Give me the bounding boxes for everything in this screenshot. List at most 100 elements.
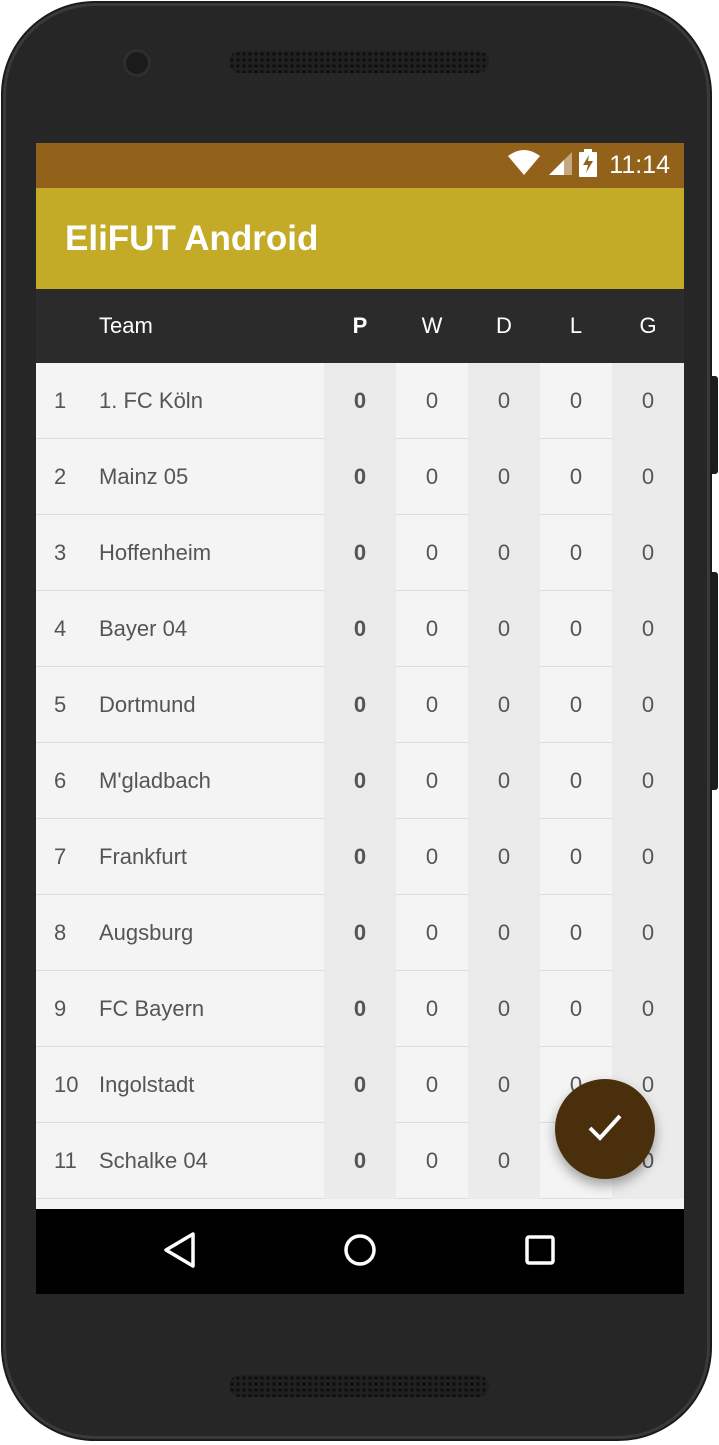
standings-table: 1 1. FC Köln 0 0 0 0 0 2 Mainz 05 0 0 0 …: [36, 363, 684, 1199]
home-button[interactable]: [337, 1229, 383, 1275]
row-wins: 0: [425, 692, 439, 717]
row-played: 0: [324, 439, 396, 515]
row-losses: 0: [569, 844, 583, 869]
power-button: [710, 376, 718, 474]
table-row[interactable]: 5 Dortmund 0 0 0 0 0: [36, 667, 684, 743]
table-row[interactable]: 6 M'gladbach 0 0 0 0 0: [36, 743, 684, 819]
volume-button: [710, 572, 718, 790]
row-played: 0: [324, 895, 396, 971]
row-losses: 0: [569, 616, 583, 641]
row-losses: 0: [569, 768, 583, 793]
row-losses: 0: [569, 920, 583, 945]
header-losses[interactable]: L: [540, 289, 612, 363]
row-wins: 0: [425, 1072, 439, 1097]
app-bar: EliFUT Android: [36, 188, 684, 289]
check-icon: [587, 1113, 623, 1146]
row-team: Dortmund: [99, 692, 196, 717]
row-wins: 0: [425, 768, 439, 793]
row-draws: 0: [468, 895, 540, 971]
row-wins: 0: [425, 920, 439, 945]
row-position: 10: [54, 1072, 79, 1097]
row-played: 0: [324, 819, 396, 895]
row-team: Augsburg: [99, 920, 194, 945]
row-position: 11: [54, 1148, 77, 1173]
row-goals: 0: [612, 895, 684, 971]
navigation-bar: [36, 1209, 684, 1294]
row-goals: 0: [612, 515, 684, 591]
row-position: 1: [54, 388, 67, 413]
row-played: 0: [324, 667, 396, 743]
row-played: 0: [324, 1047, 396, 1123]
row-losses: 0: [569, 996, 583, 1021]
row-wins: 0: [425, 844, 439, 869]
row-losses: 0: [569, 692, 583, 717]
row-wins: 0: [425, 616, 439, 641]
row-wins: 0: [425, 464, 439, 489]
row-team: Frankfurt: [99, 844, 188, 869]
table-row[interactable]: 3 Hoffenheim 0 0 0 0 0: [36, 515, 684, 591]
row-draws: 0: [468, 1047, 540, 1123]
row-team: 1. FC Köln: [99, 388, 203, 413]
bottom-speaker: [229, 1375, 489, 1397]
row-goals: 0: [612, 439, 684, 515]
row-goals: 0: [612, 743, 684, 819]
header-goals[interactable]: G: [612, 289, 684, 363]
recents-icon: [524, 1234, 556, 1271]
front-camera: [123, 49, 151, 77]
row-wins: 0: [425, 996, 439, 1021]
row-team: Hoffenheim: [99, 540, 212, 565]
table-header: Team P W D L G: [36, 289, 684, 363]
row-wins: 0: [425, 540, 439, 565]
table-row[interactable]: 8 Augsburg 0 0 0 0 0: [36, 895, 684, 971]
row-draws: 0: [468, 667, 540, 743]
back-button[interactable]: [157, 1229, 203, 1275]
table-row[interactable]: 9 FC Bayern 0 0 0 0 0: [36, 971, 684, 1047]
row-draws: 0: [468, 363, 540, 439]
row-team: Bayer 04: [99, 616, 188, 641]
confirm-fab-button[interactable]: [555, 1079, 655, 1179]
row-draws: 0: [468, 743, 540, 819]
row-losses: 0: [569, 540, 583, 565]
row-losses: 0: [569, 464, 583, 489]
row-goals: 0: [612, 819, 684, 895]
row-goals: 0: [612, 591, 684, 667]
home-icon: [342, 1232, 378, 1273]
row-team: Mainz 05: [99, 464, 189, 489]
row-goals: 0: [612, 363, 684, 439]
row-goals: 0: [612, 667, 684, 743]
row-position: 5: [54, 692, 67, 717]
table-row[interactable]: 1 1. FC Köln 0 0 0 0 0: [36, 363, 684, 439]
header-played[interactable]: P: [324, 289, 396, 363]
back-icon: [163, 1231, 197, 1273]
row-position: 7: [54, 844, 67, 869]
row-position: 3: [54, 540, 67, 565]
recents-button[interactable]: [517, 1229, 563, 1275]
row-position: 4: [54, 616, 67, 641]
table-row[interactable]: 7 Frankfurt 0 0 0 0 0: [36, 819, 684, 895]
row-played: 0: [324, 971, 396, 1047]
row-wins: 0: [425, 388, 439, 413]
app-title: EliFUT Android: [65, 219, 319, 258]
row-team: Schalke 04: [99, 1148, 208, 1173]
row-draws: 0: [468, 515, 540, 591]
row-position: 2: [54, 464, 67, 489]
table-row[interactable]: 2 Mainz 05 0 0 0 0 0: [36, 439, 684, 515]
table-row[interactable]: 4 Bayer 04 0 0 0 0 0: [36, 591, 684, 667]
phone-frame: 11:14 EliFUT Android Team P W D L G 1 1.…: [3, 3, 710, 1439]
row-draws: 0: [468, 1123, 540, 1199]
row-losses: 0: [569, 388, 583, 413]
row-team: M'gladbach: [99, 768, 211, 793]
screen: 11:14 EliFUT Android Team P W D L G 1 1.…: [36, 143, 684, 1294]
row-played: 0: [324, 1123, 396, 1199]
row-wins: 0: [425, 1148, 439, 1173]
row-team: FC Bayern: [99, 996, 205, 1021]
row-goals: 0: [612, 971, 684, 1047]
wifi-icon: [507, 150, 541, 181]
signal-icon: [547, 150, 573, 181]
row-played: 0: [324, 591, 396, 667]
header-team[interactable]: Team: [99, 289, 299, 363]
header-wins[interactable]: W: [396, 289, 468, 363]
header-draws[interactable]: D: [468, 289, 540, 363]
status-time: 11:14: [609, 151, 670, 179]
row-played: 0: [324, 743, 396, 819]
